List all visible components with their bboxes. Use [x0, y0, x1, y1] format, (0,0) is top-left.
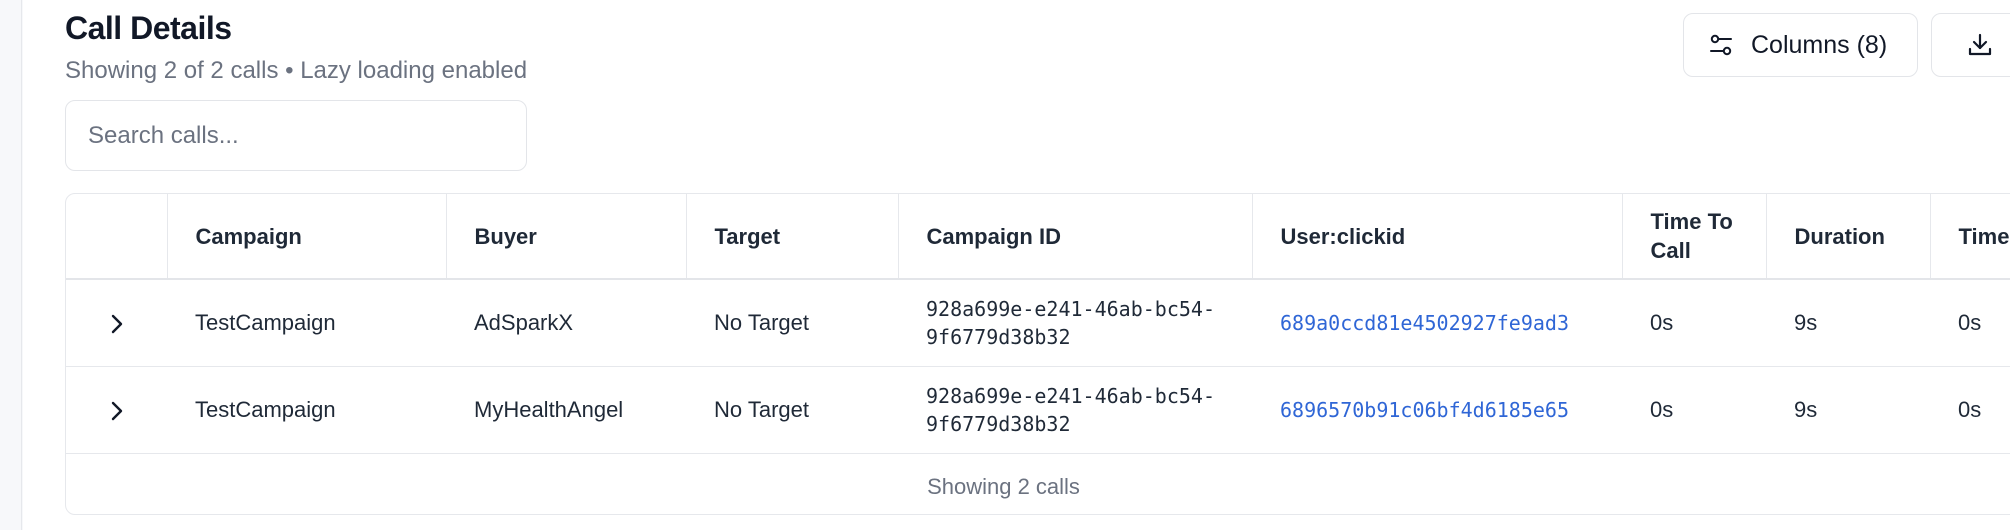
cell-duration: 9s [1766, 279, 1930, 367]
download-button[interactable] [1931, 13, 2010, 77]
header-target[interactable]: Target [686, 194, 899, 280]
page-title: Call Details [65, 10, 232, 46]
left-sidebar-edge [0, 0, 22, 530]
page-subtitle: Showing 2 of 2 calls • Lazy loading enab… [65, 57, 528, 84]
header-duration[interactable]: Duration [1766, 194, 1931, 280]
sliders-icon [1708, 32, 1734, 58]
header-campaign-id[interactable]: Campaign ID [898, 194, 1253, 280]
search-input[interactable] [65, 100, 527, 171]
columns-button[interactable]: Columns (8) [1683, 13, 1918, 77]
cell-clickid-link[interactable]: 689a0ccd81e4502927fe9ad3 [1252, 279, 1622, 367]
header-user-clickid[interactable]: User:clickid [1252, 194, 1623, 280]
table-header-row: Campaign Buyer Target Campaign ID User:c… [66, 194, 2010, 280]
table-footer: Showing 2 calls [66, 457, 2010, 514]
cell-clickid-link[interactable]: 6896570b91c06bf4d6185e65 [1252, 366, 1622, 454]
header-campaign[interactable]: Campaign [167, 194, 447, 280]
cell-target: No Target [686, 279, 898, 367]
main-content: Call Details Showing 2 of 2 calls • Lazy… [23, 0, 2010, 530]
header-expand [66, 194, 168, 280]
cell-campaign-id: 928a699e-e241-46ab-bc54-9f6779d38b32 [898, 366, 1252, 454]
cell-campaign: TestCampaign [167, 366, 446, 454]
cell-campaign-id: 928a699e-e241-46ab-bc54-9f6779d38b32 [898, 279, 1252, 367]
cell-time-to-connect: 0s [1930, 366, 2010, 454]
calls-table: Campaign Buyer Target Campaign ID User:c… [65, 193, 2010, 515]
chevron-right-icon [111, 314, 122, 334]
header-buyer[interactable]: Buyer [446, 194, 687, 280]
download-icon [1966, 31, 1994, 59]
row-expand-button[interactable] [66, 279, 167, 367]
cell-target: No Target [686, 366, 898, 454]
cell-buyer: MyHealthAngel [446, 366, 686, 454]
cell-buyer: AdSparkX [446, 279, 686, 367]
table-row[interactable]: TestCampaign MyHealthAngel No Target 928… [66, 366, 2010, 454]
header-time-to-connect[interactable]: Time To Conn... [1930, 194, 2010, 280]
header-time-to-call[interactable]: Time To Call [1622, 194, 1767, 280]
table-footer-text: Showing 2 calls [927, 473, 1080, 499]
table-row[interactable]: TestCampaign AdSparkX No Target 928a699e… [66, 279, 2010, 367]
cell-time-to-call: 0s [1622, 279, 1766, 367]
row-expand-button[interactable] [66, 366, 167, 454]
cell-campaign: TestCampaign [167, 279, 446, 367]
cell-time-to-call: 0s [1622, 366, 1766, 454]
columns-button-label: Columns (8) [1751, 30, 1888, 59]
cell-time-to-connect: 0s [1930, 279, 2010, 367]
chevron-right-icon [111, 401, 122, 420]
cell-duration: 9s [1766, 366, 1930, 454]
